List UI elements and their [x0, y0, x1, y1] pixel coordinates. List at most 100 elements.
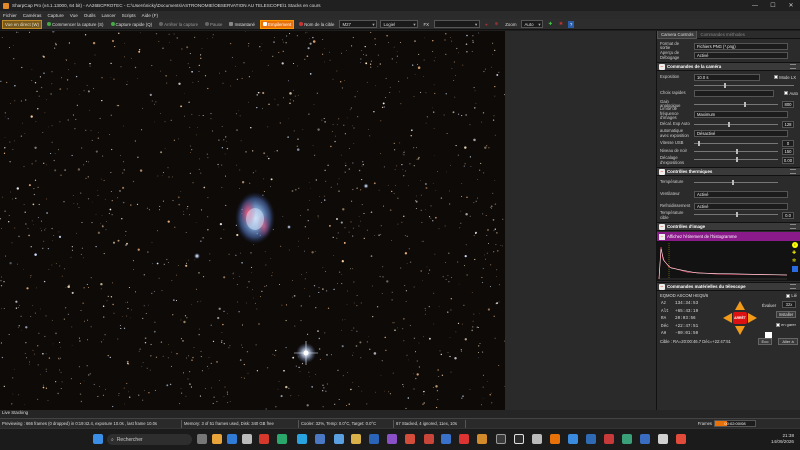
slider-knob[interactable]	[744, 102, 747, 107]
live-view-button[interactable]: Vue en direct (W)	[2, 19, 42, 29]
windows-start-icon[interactable]	[93, 434, 103, 444]
live-stacking-tab[interactable]: Live Stacking	[2, 410, 28, 415]
exposure-input[interactable]: 10.0 s	[694, 73, 760, 81]
telescope-linked-checkbox[interactable]: Lié	[786, 293, 797, 298]
target-name-input[interactable]: M27 ▼	[339, 20, 378, 28]
crosshair-icon[interactable]: ⊕	[493, 20, 501, 28]
app-icon-11[interactable]	[459, 434, 469, 444]
app-icon-8[interactable]	[405, 434, 415, 444]
tab-camera-controls[interactable]: Camera Controls	[657, 31, 698, 39]
histogram-chart[interactable]: i ✚ ✲	[657, 241, 800, 281]
slider-knob[interactable]	[736, 149, 738, 154]
menu-capture[interactable]: Capture	[47, 13, 63, 18]
shift-value-box[interactable]: 0.00	[782, 157, 794, 164]
menu-outils[interactable]: Outils	[84, 13, 96, 18]
app-icon-16[interactable]	[568, 434, 578, 444]
collapse-icon[interactable]: −	[659, 168, 665, 175]
tab-commandes[interactable]: Commandes méthodes	[697, 31, 747, 38]
target-temp-slider[interactable]	[694, 212, 778, 217]
lx-mode-checkbox[interactable]: Mode LX	[774, 75, 796, 80]
file-explorer-icon[interactable]	[212, 434, 222, 444]
slider-knob[interactable]	[736, 157, 738, 162]
zoom-in-icon[interactable]: ✚	[546, 20, 554, 28]
app-icon-3[interactable]	[315, 434, 325, 444]
app-icon-13[interactable]	[496, 434, 506, 444]
live-stack-button[interactable]: Empilement	[260, 19, 295, 29]
task-view-icon[interactable]	[197, 434, 207, 444]
app-icon-19[interactable]	[622, 434, 632, 444]
live-image-canvas[interactable]	[0, 31, 505, 410]
edge-icon[interactable]	[297, 434, 307, 444]
framerate-select[interactable]: Maximum	[694, 110, 788, 118]
slider-knob[interactable]	[698, 141, 701, 146]
gear-icon[interactable]: ✲	[792, 258, 798, 264]
app-icon-10[interactable]	[441, 434, 451, 444]
section-thermal-controls[interactable]: − Contrôles thermiques	[657, 167, 800, 176]
app-icon-9[interactable]	[424, 434, 434, 444]
black-value-box[interactable]: 150	[782, 147, 794, 155]
app-icon-22[interactable]	[676, 434, 686, 444]
reticle-icon[interactable]: ⌖	[483, 21, 489, 28]
exposure-slider[interactable]	[694, 83, 794, 88]
app-icon-6[interactable]	[369, 434, 379, 444]
autoexp-select[interactable]: Désactivé	[694, 130, 788, 137]
zoom-select[interactable]: Auto ▼	[521, 20, 544, 28]
info-icon[interactable]: i	[792, 242, 798, 248]
collapse-icon[interactable]: −	[659, 63, 665, 70]
maximize-button[interactable]: ☐	[764, 0, 782, 11]
app-icon-7[interactable]	[387, 434, 397, 444]
usb-speed-slider[interactable]	[694, 141, 778, 146]
exposure-shift-slider[interactable]	[694, 157, 778, 162]
menu-fichier[interactable]: Fichier	[3, 13, 17, 18]
offset-value-box[interactable]: 128	[782, 120, 794, 128]
pause-button[interactable]: Pause	[203, 21, 224, 28]
app-icon-15[interactable]	[532, 434, 542, 444]
snapshot-button[interactable]: Instantané	[227, 21, 257, 28]
app-icon-12[interactable]	[477, 434, 487, 444]
gain-value-box[interactable]: 800	[782, 100, 794, 108]
collapse-icon[interactable]: −	[659, 283, 665, 290]
reset-icon[interactable]	[792, 266, 798, 272]
usb-value-box[interactable]: 0	[782, 139, 794, 147]
taskbar-clock[interactable]: 21:38 14/09/2026	[771, 433, 794, 445]
section-telescope-controls[interactable]: − Commandes matérielles du télescope	[657, 282, 800, 291]
stretch-select[interactable]: Logiel ▼	[380, 20, 419, 28]
cooling-select[interactable]: Activé	[694, 202, 788, 210]
tools-icon[interactable]: ✚	[792, 250, 798, 256]
arrow-down-icon[interactable]	[735, 326, 745, 335]
mail-icon[interactable]	[227, 434, 237, 444]
slider-knob[interactable]	[727, 122, 730, 127]
slider-knob[interactable]	[736, 212, 738, 217]
help-icon[interactable]: ?	[567, 20, 575, 28]
start-capture-button[interactable]: Commencer la capture (S)	[45, 21, 106, 28]
app-icon-14[interactable]	[514, 434, 524, 444]
collapse-icon[interactable]: −	[659, 233, 665, 240]
menu-aide[interactable]: Aide (F)	[142, 13, 158, 18]
slider-knob[interactable]	[724, 83, 726, 88]
sharpcap-taskbar-icon[interactable]	[550, 434, 560, 444]
app-icon-17[interactable]	[586, 434, 596, 444]
gain-slider[interactable]	[694, 102, 778, 107]
arrow-left-icon[interactable]	[723, 313, 732, 323]
close-button[interactable]: ✕	[782, 0, 800, 11]
fx-select[interactable]: ▼	[434, 20, 481, 28]
app-icon-2[interactable]	[259, 434, 269, 444]
preview-select[interactable]: Activé	[694, 52, 788, 59]
taskbar-search-box[interactable]: ⌕ Rechercher	[107, 434, 192, 445]
format-select[interactable]: Fichiers PNG (*.png)	[694, 42, 788, 50]
auto-checkbox[interactable]: Auto	[784, 91, 798, 96]
fan-select[interactable]: Activé	[694, 190, 788, 198]
section-camera-controls[interactable]: − Commandes de la caméra	[657, 62, 800, 71]
rate-select[interactable]: 32x	[782, 301, 796, 308]
stop-capture-button[interactable]: Arrêter la capture	[157, 21, 200, 28]
section-image-controls[interactable]: − Contrôles d'image	[657, 222, 800, 231]
slew-to-button[interactable]: Aller à	[778, 338, 798, 345]
quick-capture-button[interactable]: Capture rapide (Q)	[109, 21, 155, 28]
install-button[interactable]: Installer	[776, 311, 796, 318]
stop-slew-button[interactable]: ARRÊT	[733, 312, 747, 324]
app-icon-18[interactable]	[604, 434, 614, 444]
app-icon-1[interactable]	[242, 434, 252, 444]
histogram-header[interactable]: − Affichez l'étirement de l'histogramme	[657, 232, 800, 241]
black-level-slider[interactable]	[694, 149, 778, 154]
menu-cameras[interactable]: Caméras	[23, 13, 42, 18]
